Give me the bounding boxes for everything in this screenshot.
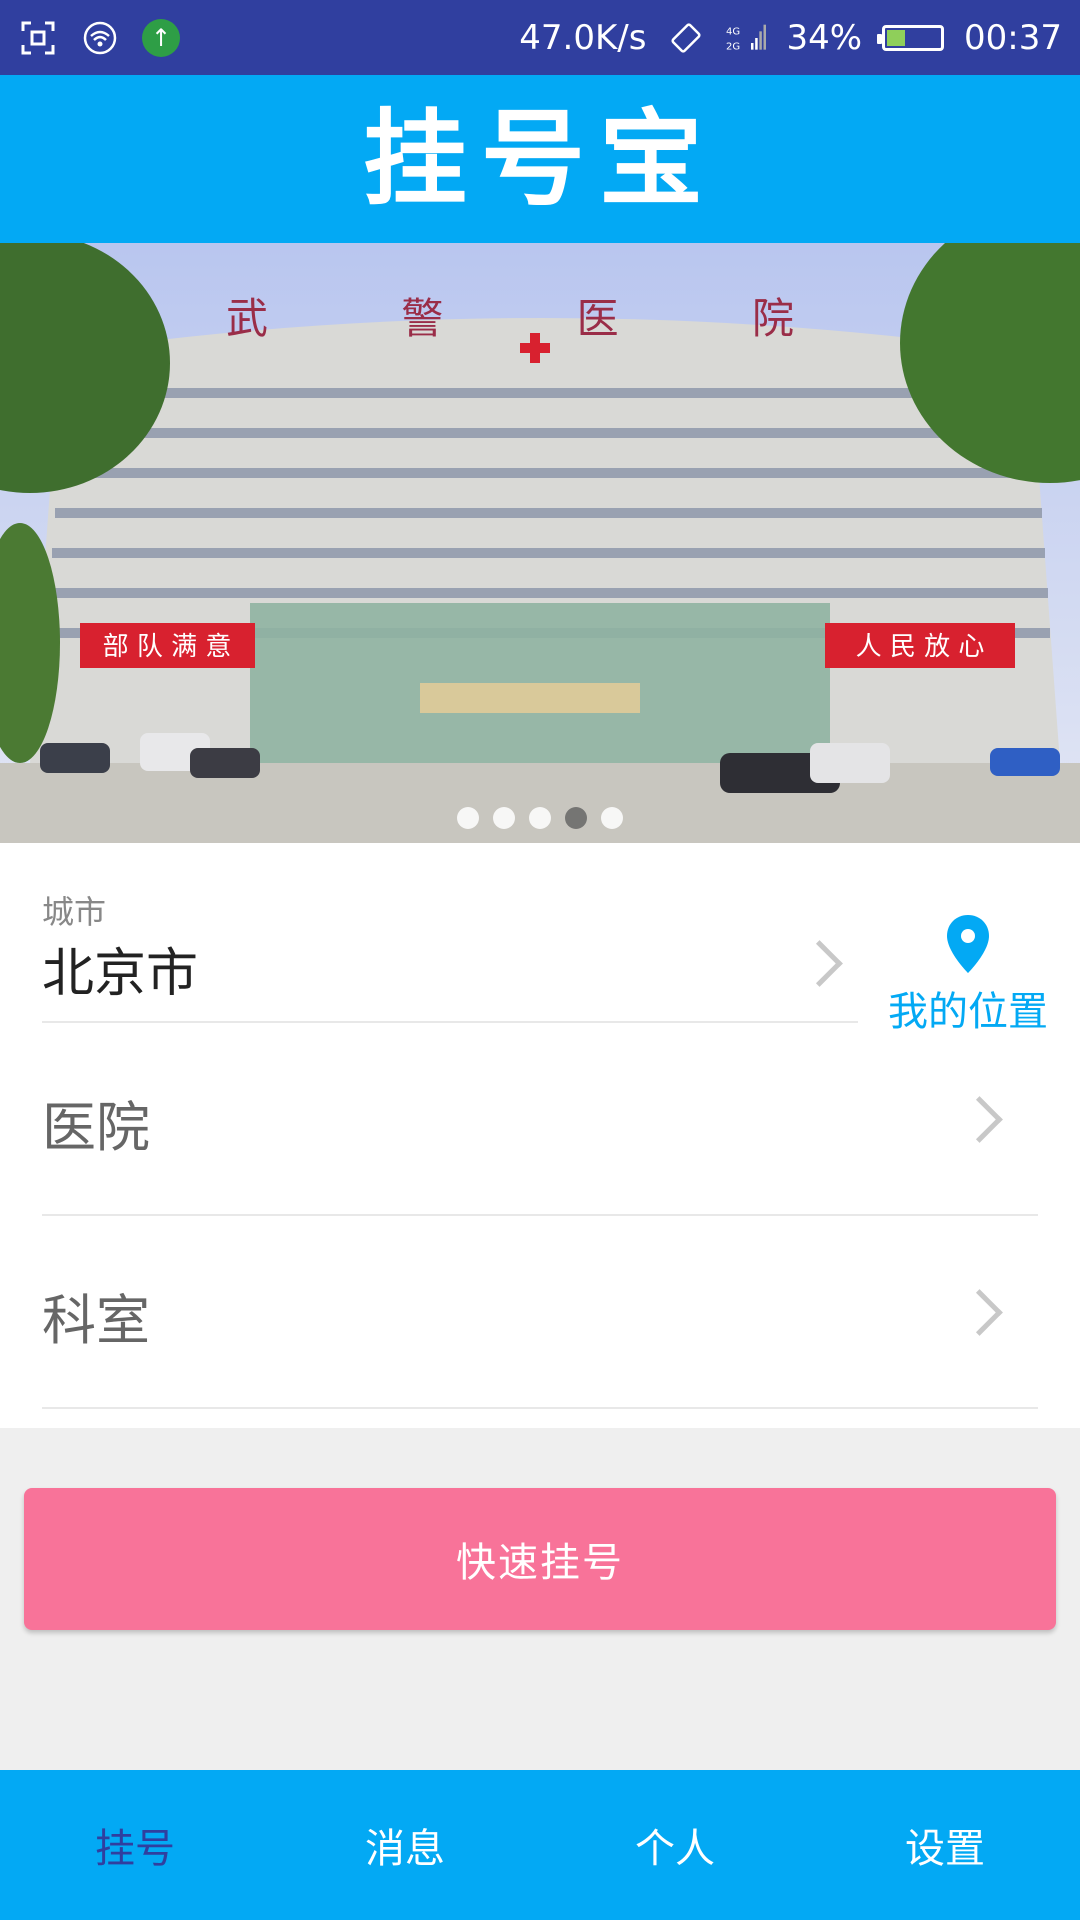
nav-tab-profile[interactable]: 个人 <box>540 1770 810 1920</box>
city-value: 北京市 <box>42 944 199 1004</box>
carousel-dot[interactable] <box>529 807 551 829</box>
banner-left-text: 部 队 满 意 <box>103 632 232 662</box>
carousel-dot[interactable] <box>457 807 479 829</box>
clock: 00:37 <box>964 17 1062 58</box>
battery-percent: 34% <box>786 17 863 58</box>
signal-icon: 4G 2G <box>726 18 767 58</box>
network-speed: 47.0K/s <box>519 17 647 58</box>
carousel-dot[interactable] <box>601 807 623 829</box>
screenshot-icon <box>18 18 58 58</box>
bottom-navigation: 挂号 消息 个人 设置 <box>0 1770 1080 1920</box>
status-bar: ↑ 47.0K/s 4G 2G 34% 00:37 <box>0 0 1080 75</box>
city-label: 城市 <box>42 893 107 931</box>
svg-text:2G: 2G <box>726 41 740 52</box>
carousel-dot[interactable] <box>565 807 587 829</box>
app-title: 挂号宝 <box>362 98 717 220</box>
hospital-selector[interactable]: 医院 <box>42 1021 1038 1216</box>
chevron-right-icon <box>956 1096 1003 1143</box>
carousel-indicator[interactable] <box>0 807 1080 829</box>
carousel-dot[interactable] <box>493 807 515 829</box>
department-selector[interactable]: 科室 <box>42 1214 1038 1409</box>
city-selector[interactable]: 城市 北京市 <box>42 843 858 1023</box>
banner-right-text: 人 民 放 心 <box>856 632 985 662</box>
battery-icon <box>877 24 945 51</box>
department-label: 科室 <box>42 1289 150 1352</box>
hospital-photo: 部 队 满 意 人 民 放 心 武 警 医 院 <box>0 243 1080 843</box>
nav-tab-settings[interactable]: 设置 <box>810 1770 1080 1920</box>
hospital-banner[interactable]: 部 队 满 意 人 民 放 心 武 警 医 院 <box>0 243 1080 843</box>
wifi-hotspot-icon <box>80 18 120 58</box>
svg-text:4G: 4G <box>726 26 740 37</box>
quick-register-button[interactable]: 快速挂号 <box>24 1488 1056 1630</box>
chevron-right-icon <box>956 1289 1003 1336</box>
rotation-icon <box>666 18 706 58</box>
registration-form: 城市 北京市 我的位置 医院 科室 <box>0 843 1080 1428</box>
my-location-button[interactable]: 我的位置 <box>878 913 1058 1037</box>
location-pin-icon <box>947 915 989 973</box>
nav-tab-messages[interactable]: 消息 <box>270 1770 540 1920</box>
hospital-name-sign: 武 警 医 院 <box>226 294 854 343</box>
app-header: 挂号宝 <box>0 75 1080 243</box>
upload-icon: ↑ <box>142 18 180 57</box>
nav-tab-register[interactable]: 挂号 <box>0 1770 270 1920</box>
chevron-right-icon <box>796 940 843 987</box>
hospital-label: 医院 <box>42 1096 150 1159</box>
